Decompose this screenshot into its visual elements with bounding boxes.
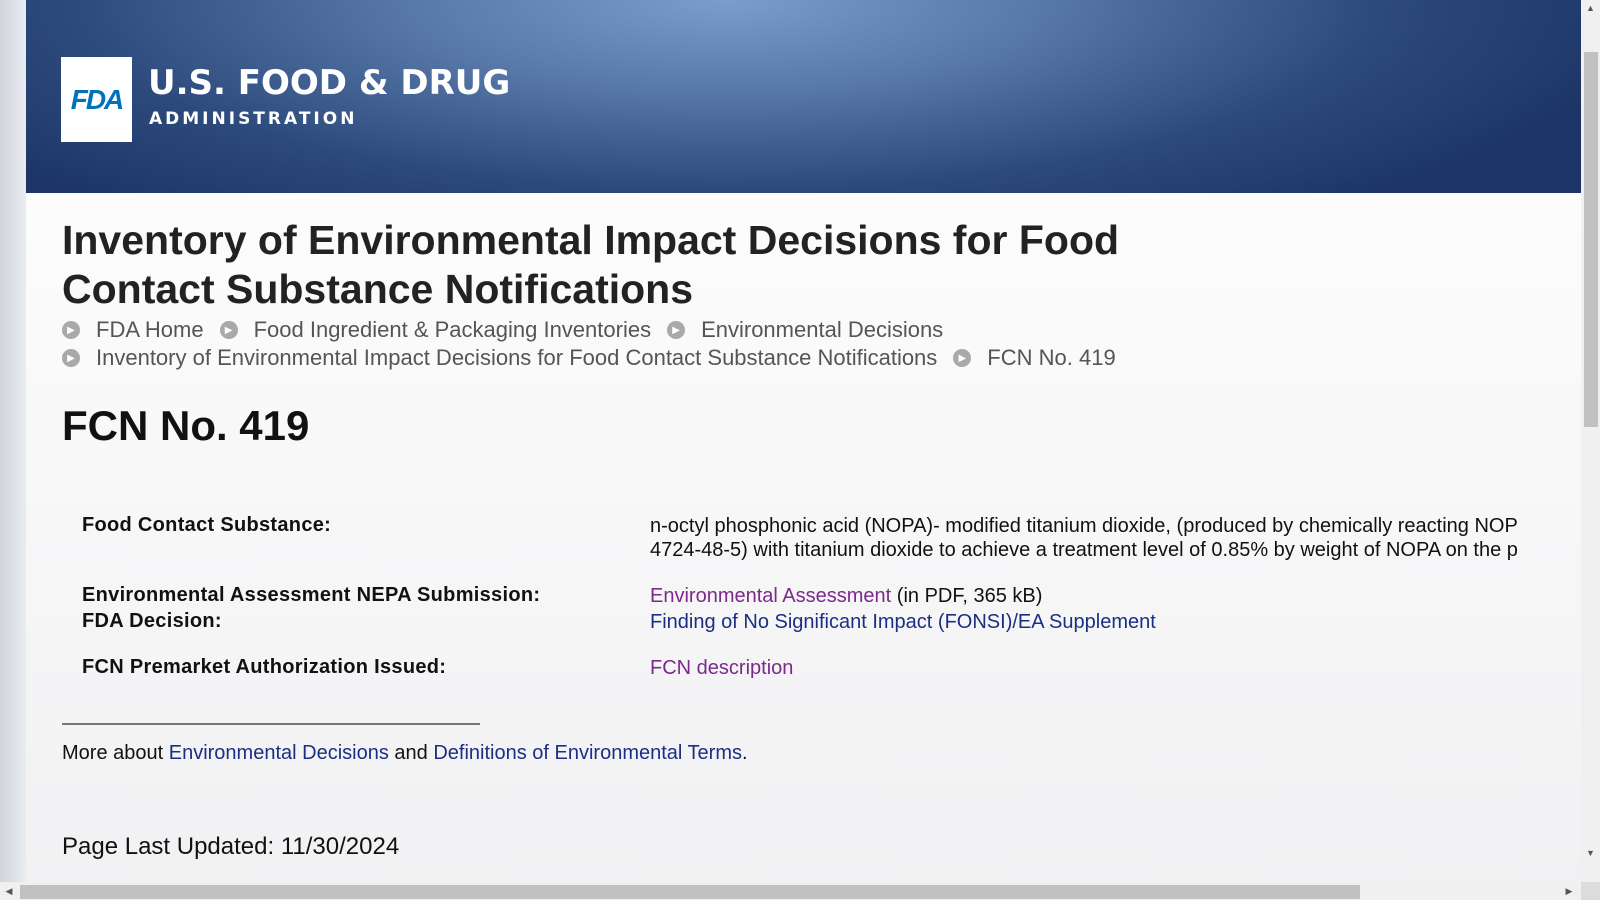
breadcrumb-label[interactable]: FDA Home xyxy=(96,317,204,343)
fcs-value: n-octyl phosphonic acid (NOPA)- modified… xyxy=(650,514,1518,562)
chevron-right-icon: ▶ xyxy=(953,349,972,367)
ea-file-info: (in PDF, 365 kB) xyxy=(891,585,1043,607)
more-middle: and xyxy=(388,742,434,764)
vertical-scrollbar[interactable]: ▲ ▼ xyxy=(1581,0,1600,882)
page-last-updated: Page Last Updated: 11/30/2024 xyxy=(62,833,400,860)
fda-logo-text: FDA xyxy=(70,83,125,115)
fonsi-link[interactable]: Finding of No Significant Impact (FONSI)… xyxy=(650,611,1156,633)
chevron-right-icon: ▶ xyxy=(667,321,686,339)
agency-name[interactable]: U.S. FOOD & DRUG xyxy=(148,63,510,103)
breadcrumb-item-inventory[interactable]: ▶ Inventory of Environmental Impact Deci… xyxy=(62,345,937,371)
window-left-edge xyxy=(0,0,26,882)
scroll-right-icon[interactable]: ▶ xyxy=(1560,882,1578,900)
decision-label: FDA Decision: xyxy=(82,610,222,632)
chevron-right-icon: ▶ xyxy=(62,321,80,339)
page-content: FDA U.S. FOOD & DRUG ADMINISTRATION Inve… xyxy=(26,0,1581,882)
ea-label: Environmental Assessment NEPA Submission… xyxy=(82,584,541,606)
agency-subtitle: ADMINISTRATION xyxy=(149,109,358,129)
fda-logo[interactable]: FDA xyxy=(61,57,132,142)
more-about: More about Environmental Decisions and D… xyxy=(62,742,748,765)
scroll-left-icon[interactable]: ◀ xyxy=(0,882,18,900)
breadcrumb-label[interactable]: Environmental Decisions xyxy=(701,317,943,343)
fcn-heading: FCN No. 419 xyxy=(62,402,310,449)
ea-value: Environmental Assessment (in PDF, 365 kB… xyxy=(650,584,1042,608)
fcs-value-line: 4724-48-5) with titanium dioxide to achi… xyxy=(650,539,1518,561)
breadcrumb-label[interactable]: Food Ingredient & Packaging Inventories xyxy=(254,317,651,343)
chevron-right-icon: ▶ xyxy=(219,321,238,339)
scroll-up-icon[interactable]: ▲ xyxy=(1581,0,1600,16)
more-prefix: More about xyxy=(62,742,169,764)
breadcrumb-line: ▶ FDA Home ▶ Food Ingredient & Packaging… xyxy=(62,316,1262,344)
decision-value: Finding of No Significant Impact (FONSI)… xyxy=(650,610,1156,634)
fcn-description-link[interactable]: FCN description xyxy=(650,657,793,679)
scrollbar-corner xyxy=(1581,882,1600,900)
breadcrumb-line: ▶ Inventory of Environmental Impact Deci… xyxy=(62,344,1262,372)
breadcrumb-item-inventories[interactable]: ▶ Food Ingredient & Packaging Inventorie… xyxy=(219,317,651,343)
divider xyxy=(62,723,480,725)
more-suffix: . xyxy=(741,742,748,764)
scroll-down-icon[interactable]: ▼ xyxy=(1581,845,1600,861)
fcs-label: Food Contact Substance: xyxy=(82,514,332,536)
horizontal-scroll-thumb[interactable] xyxy=(20,885,1360,899)
site-header: FDA U.S. FOOD & DRUG ADMINISTRATION xyxy=(26,0,1581,193)
environmental-decisions-link[interactable]: Environmental Decisions xyxy=(169,742,389,764)
fcs-value-line: n-octyl phosphonic acid (NOPA)- modified… xyxy=(650,515,1518,537)
breadcrumb-item-current: ▶ FCN No. 419 xyxy=(953,345,1116,371)
breadcrumb: ▶ FDA Home ▶ Food Ingredient & Packaging… xyxy=(62,316,1262,372)
auth-label: FCN Premarket Authorization Issued: xyxy=(82,656,447,678)
breadcrumb-item-fda-home[interactable]: ▶ FDA Home xyxy=(62,317,204,343)
vertical-scroll-thumb[interactable] xyxy=(1584,52,1598,427)
horizontal-scrollbar[interactable]: ◀ ▶ xyxy=(0,882,1581,900)
breadcrumb-label: FCN No. 419 xyxy=(987,345,1116,370)
auth-value: FCN description xyxy=(650,656,793,680)
breadcrumb-item-environmental-decisions[interactable]: ▶ Environmental Decisions xyxy=(667,317,943,343)
breadcrumb-label[interactable]: Inventory of Environmental Impact Decisi… xyxy=(96,345,937,371)
chevron-right-icon: ▶ xyxy=(62,349,80,367)
page-title: Inventory of Environmental Impact Decisi… xyxy=(62,217,1120,312)
environmental-assessment-link[interactable]: Environmental Assessment xyxy=(650,585,891,607)
definitions-link[interactable]: Definitions of Environmental Terms xyxy=(433,742,742,764)
